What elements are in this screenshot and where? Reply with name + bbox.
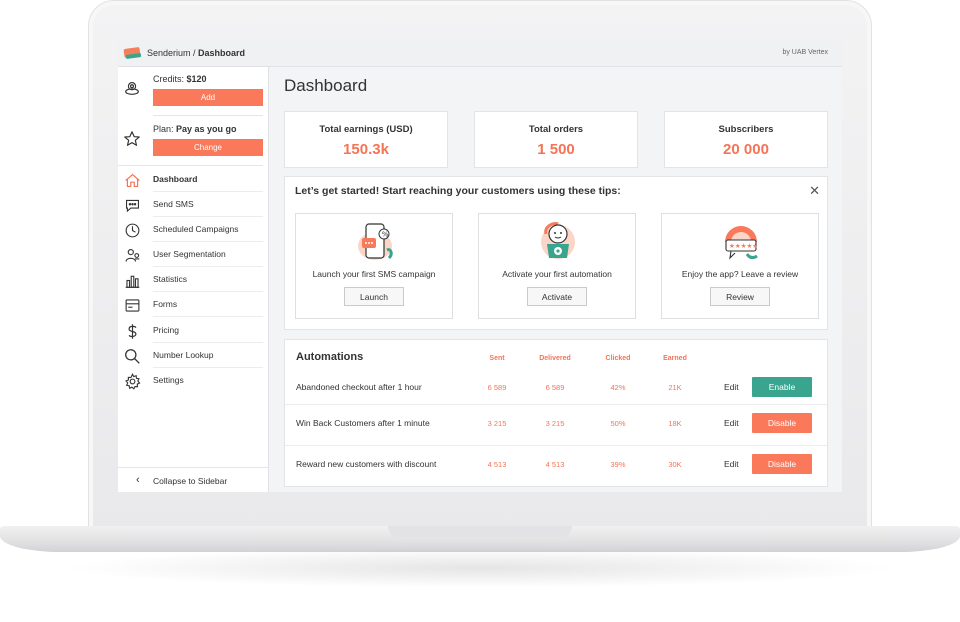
tip-text: Enjoy the app? Leave a review <box>681 269 799 279</box>
sidebar-item-number-lookup[interactable]: Number Lookup <box>118 343 269 368</box>
clicked-value: 42% <box>610 383 626 392</box>
laptop-shadow <box>60 548 900 588</box>
automation-name: Reward new customers with discount <box>296 459 437 469</box>
search-icon <box>122 346 142 366</box>
sms-campaign-illustration-icon: % <box>358 223 393 260</box>
edit-link[interactable]: Edit <box>724 382 739 392</box>
senderium-logo-icon[interactable] <box>123 46 142 60</box>
enable-button[interactable]: Enable <box>752 377 812 397</box>
app-screen: Senderium / Dashboard by UAB Vertex Cred… <box>118 40 842 492</box>
sidebar-item-scheduled-campaigns[interactable]: Scheduled Campaigns <box>118 217 269 242</box>
sidebar-item-send-sms[interactable]: Send SMS <box>118 192 269 217</box>
stat-value: 20 000 <box>723 141 769 158</box>
chat-icon <box>122 195 142 215</box>
sidebar-item-user-segmentation[interactable]: User Segmentation <box>118 242 269 267</box>
review-button[interactable]: Review <box>710 287 770 306</box>
dollar-icon <box>122 321 142 341</box>
stat-card-earnings: Total earnings (USD) 150.3k <box>284 111 448 168</box>
tip-text: Launch your first SMS campaign <box>312 269 436 279</box>
sidebar-item-forms[interactable]: Forms <box>118 292 269 317</box>
column-header-earned: Earned <box>663 355 687 362</box>
edit-link[interactable]: Edit <box>724 459 739 469</box>
clicked-value: 39% <box>610 460 626 469</box>
sidebar-item-settings[interactable]: Settings <box>118 368 269 393</box>
delivered-value: 4 513 <box>545 460 565 469</box>
laptop-notch <box>388 526 572 537</box>
delivered-value: 6 589 <box>545 383 565 392</box>
sent-value: 6 589 <box>487 383 507 392</box>
delivered-value: 3 215 <box>545 419 565 428</box>
star-icon <box>122 129 142 149</box>
add-credits-button[interactable]: Add <box>153 89 263 106</box>
tip-text: Activate your first automation <box>502 269 612 279</box>
column-header-delivered: Delivered <box>539 355 571 362</box>
table-row: Abandoned checkout after 1 hour 6 589 6 … <box>285 368 827 408</box>
disable-button[interactable]: Disable <box>752 454 812 474</box>
edit-link[interactable]: Edit <box>724 418 739 428</box>
tip-card-review: ★★★★★ Enjoy the app? Leave a review Revi… <box>661 213 819 319</box>
stat-value: 150.3k <box>343 141 389 158</box>
activate-button[interactable]: Activate <box>527 287 587 306</box>
sidebar-item-statistics[interactable]: Statistics <box>118 267 269 292</box>
credits-label: Credits: $120 <box>153 74 207 84</box>
tip-card-sms: % Launch your first SMS campaign Launch <box>295 213 453 319</box>
tips-title: Let’s get started! Start reaching your c… <box>295 185 621 197</box>
main-content: Dashboard Total earnings (USD) 150.3k To… <box>269 67 842 492</box>
close-icon[interactable]: ✕ <box>809 183 820 199</box>
sent-value: 3 215 <box>487 419 507 428</box>
review-illustration-icon: ★★★★★ <box>725 226 758 260</box>
disable-button[interactable]: Disable <box>752 413 812 433</box>
column-header-clicked: Clicked <box>605 355 631 362</box>
launch-button[interactable]: Launch <box>344 287 404 306</box>
breadcrumb-app[interactable]: Senderium <box>147 48 191 58</box>
sent-value: 4 513 <box>487 460 507 469</box>
table-row: Reward new customers with discount 4 513… <box>285 445 827 485</box>
stat-card-orders: Total orders 1 500 <box>474 111 638 168</box>
automation-illustration-icon <box>541 222 575 259</box>
stat-value: 1 500 <box>537 141 575 158</box>
bar-chart-icon <box>122 270 142 290</box>
breadcrumb-page: Dashboard <box>198 48 246 58</box>
gear-icon <box>122 371 142 391</box>
plan-value: Pay as you go <box>176 124 237 134</box>
clicked-value: 50% <box>610 419 626 428</box>
automations-panel: Automations Sent Delivered Clicked Earne… <box>284 339 828 487</box>
stat-title: Subscribers <box>718 124 774 135</box>
credits-value: $120 <box>186 74 207 84</box>
collapse-label: Collapse to Sidebar <box>153 476 228 486</box>
form-icon <box>122 295 142 315</box>
chevron-left-icon: ‹ <box>136 474 140 486</box>
svg-text:★★★★★: ★★★★★ <box>729 242 758 250</box>
clock-icon <box>122 220 142 240</box>
sidebar-item-dashboard[interactable]: Dashboard <box>118 167 269 192</box>
sidebar-item-pricing[interactable]: Pricing <box>118 318 269 343</box>
stat-card-subscribers: Subscribers 20 000 <box>664 111 828 168</box>
collapse-sidebar-button[interactable]: ‹ Collapse to Sidebar <box>118 467 269 492</box>
svg-text:%: % <box>382 231 389 239</box>
stat-title: Total orders <box>528 124 584 135</box>
plan-label: Plan: Pay as you go <box>153 124 237 134</box>
top-bar: Senderium / Dashboard by UAB Vertex <box>118 40 842 67</box>
byline: by UAB Vertex <box>782 49 828 56</box>
divider <box>153 115 263 116</box>
tip-card-automation: Activate your first automation Activate <box>478 213 636 319</box>
earned-value: 30K <box>668 460 682 469</box>
users-icon <box>122 245 142 265</box>
coins-icon <box>122 78 142 98</box>
page-title: Dashboard <box>284 76 368 95</box>
automation-name: Win Back Customers after 1 minute <box>296 418 430 428</box>
divider <box>118 165 263 166</box>
earned-value: 18K <box>668 419 682 428</box>
table-row: Win Back Customers after 1 minute 3 215 … <box>285 404 827 444</box>
breadcrumb: Senderium / Dashboard <box>147 48 246 58</box>
tips-panel: Let’s get started! Start reaching your c… <box>284 176 828 330</box>
stat-title: Total earnings (USD) <box>319 124 413 135</box>
change-plan-button[interactable]: Change <box>153 139 263 156</box>
automations-title: Automations <box>296 351 364 363</box>
earned-value: 21K <box>668 383 682 392</box>
home-icon <box>122 170 142 190</box>
sidebar: Credits: $120 Add Plan: Pay as you go Ch… <box>118 67 269 492</box>
automation-name: Abandoned checkout after 1 hour <box>296 382 422 392</box>
column-header-sent: Sent <box>489 355 505 362</box>
